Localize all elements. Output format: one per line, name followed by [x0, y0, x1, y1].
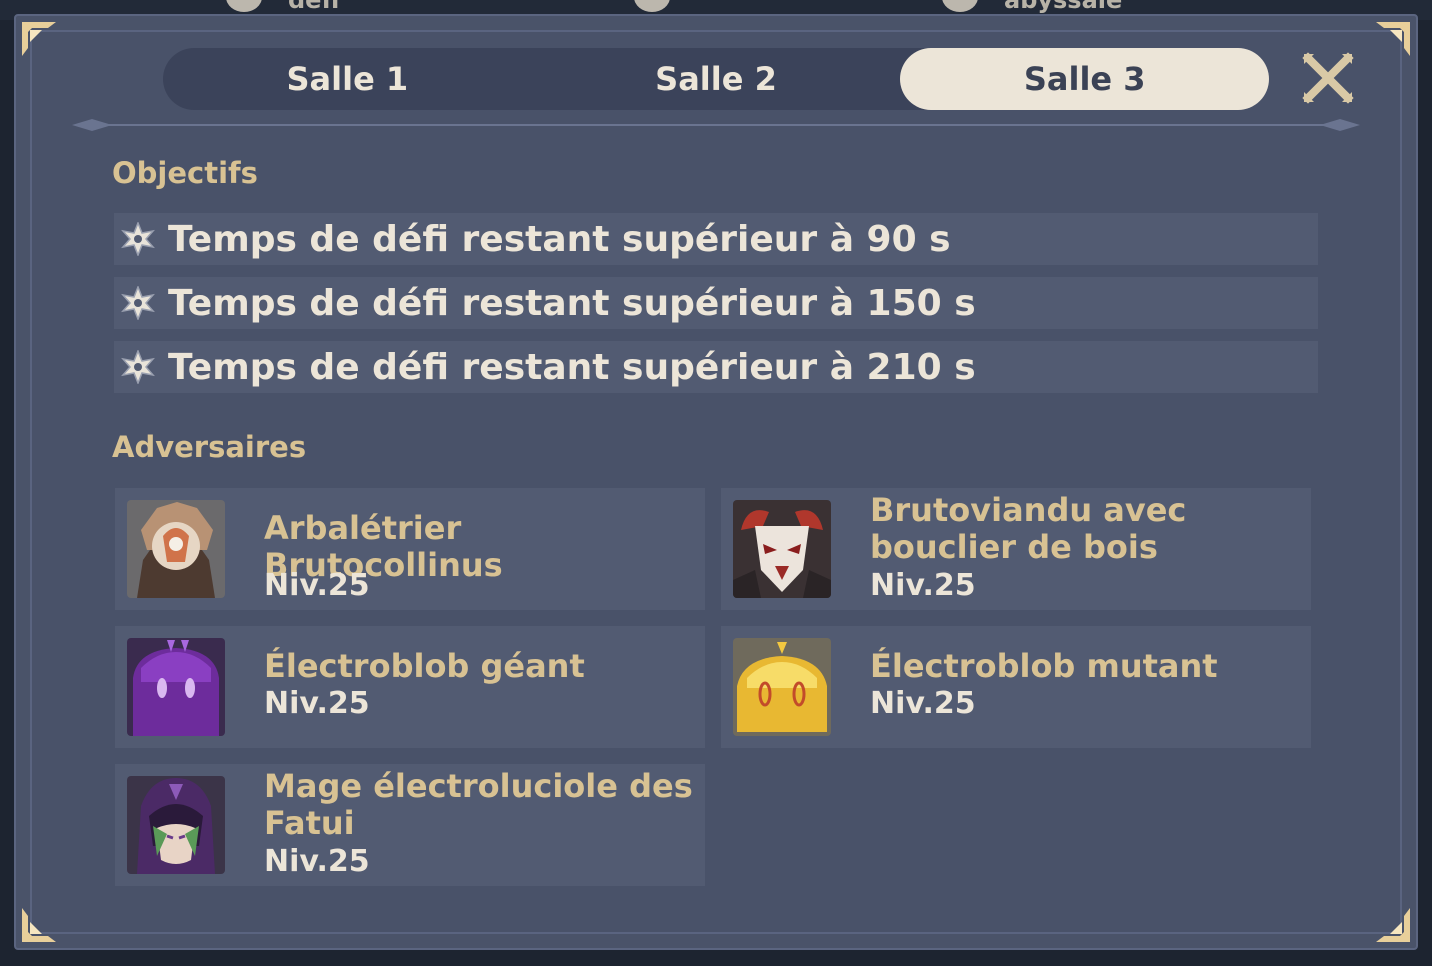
- corner-ornament-icon: [22, 908, 56, 942]
- corner-ornament-icon: [1376, 22, 1410, 56]
- enemy-level: Niv.25: [870, 686, 976, 721]
- enemy-card[interactable]: Arbalétrier Brutocollinus Niv.25: [115, 488, 705, 610]
- enemy-name: Électroblob mutant: [870, 647, 1218, 685]
- close-icon[interactable]: [1302, 52, 1354, 104]
- objective-text: Temps de défi restant supérieur à 150 s: [168, 282, 976, 324]
- tab-salle-3[interactable]: Salle 3: [900, 48, 1270, 110]
- objective-row: Temps de défi restant supérieur à 150 s: [114, 277, 1318, 329]
- enemy-name: Mage électroluciole des Fatui: [264, 767, 693, 842]
- hilichurl-crossbow-icon: [127, 500, 225, 598]
- objective-text: Temps de défi restant supérieur à 90 s: [168, 218, 951, 260]
- abyss-star-icon: [118, 283, 158, 323]
- corner-ornament-icon: [22, 22, 56, 56]
- corner-ornament-icon: [1376, 908, 1410, 942]
- background-dot: [942, 0, 978, 12]
- abyss-star-icon: [118, 347, 158, 387]
- mitachurl-wooden-shield-icon: [733, 500, 831, 598]
- enemy-card[interactable]: Électroblob géant Niv.25: [115, 626, 705, 748]
- objective-row: Temps de défi restant supérieur à 210 s: [114, 341, 1318, 393]
- abyss-star-icon: [118, 219, 158, 259]
- enemies-title: Adversaires: [112, 430, 307, 464]
- background-label-right: abyssale: [1004, 0, 1123, 14]
- enemy-level: Niv.25: [870, 568, 976, 603]
- enemy-name: Électroblob géant: [264, 647, 585, 685]
- enemy-card[interactable]: Mage électroluciole des Fatui Niv.25: [115, 764, 705, 886]
- large-electro-slime-icon: [127, 638, 225, 736]
- background-label-left: défi: [288, 0, 340, 14]
- tab-salle-2[interactable]: Salle 2: [532, 48, 901, 110]
- enemy-level: Niv.25: [264, 568, 370, 603]
- mutant-electro-slime-icon: [733, 638, 831, 736]
- enemy-level: Niv.25: [264, 686, 370, 721]
- tab-salle-1[interactable]: Salle 1: [163, 48, 532, 110]
- objective-row: Temps de défi restant supérieur à 90 s: [114, 213, 1318, 265]
- enemy-level: Niv.25: [264, 844, 370, 879]
- objective-text: Temps de défi restant supérieur à 210 s: [168, 346, 976, 388]
- background-dot: [226, 0, 262, 12]
- enemy-card[interactable]: Électroblob mutant Niv.25: [721, 626, 1311, 748]
- fatui-electro-cicin-mage-icon: [127, 776, 225, 874]
- chamber-tabs: Salle 1 Salle 2 Salle 3: [163, 48, 1270, 110]
- background-dot: [634, 0, 670, 12]
- objectives-title: Objectifs: [112, 156, 258, 190]
- ornamental-divider: [72, 119, 1360, 131]
- enemy-name: Brutoviandu avec bouclier de bois: [870, 491, 1187, 566]
- enemy-card[interactable]: Brutoviandu avec bouclier de bois Niv.25: [721, 488, 1311, 610]
